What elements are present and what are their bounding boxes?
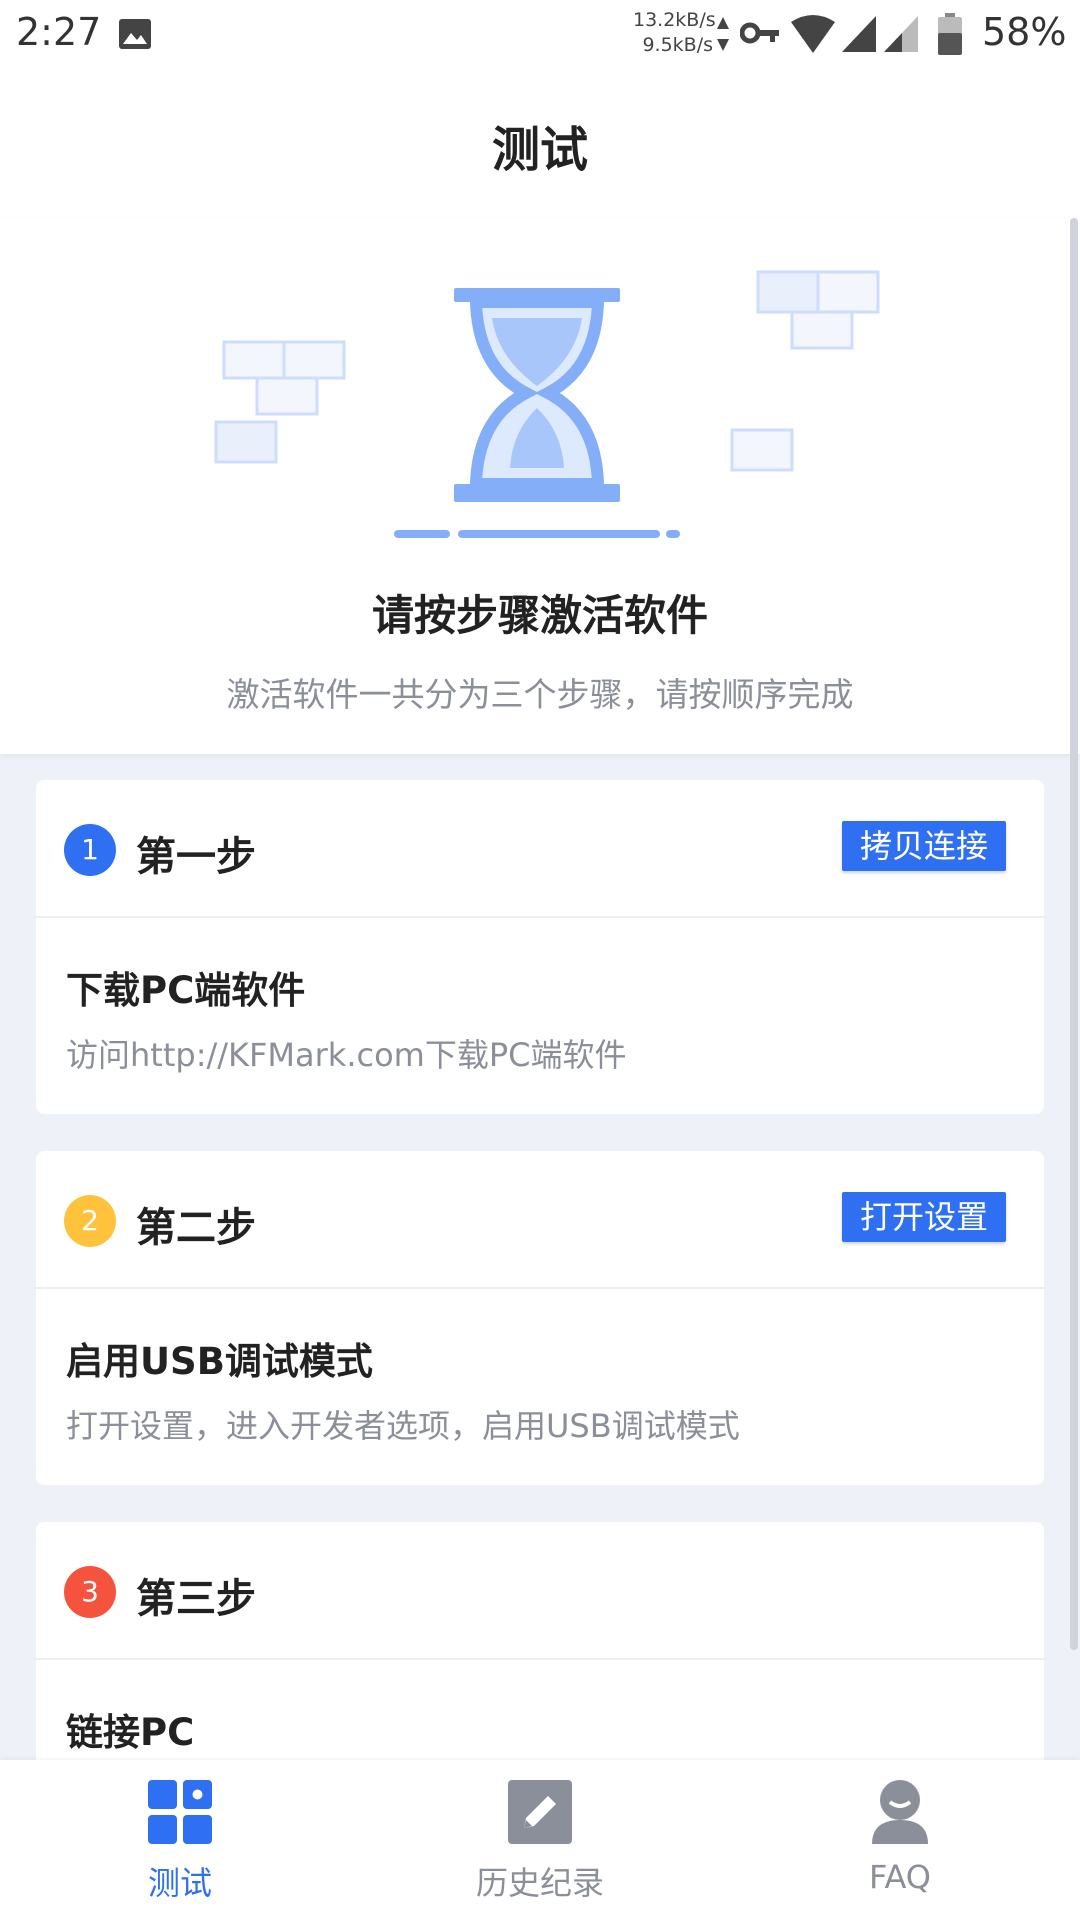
step-description: 打开设置，进入开发者选项，启用USB调试模式 bbox=[66, 1407, 740, 1445]
step-title: 第三步 bbox=[136, 1576, 256, 1622]
nav-label: FAQ bbox=[869, 1858, 931, 1896]
nav-label: 测试 bbox=[147, 1864, 212, 1902]
step-heading: 链接PC bbox=[66, 1711, 195, 1754]
hero-section: 请按步骤激活软件 激活软件一共分为三个步骤，请按顺序完成 bbox=[0, 218, 1080, 754]
network-down-speed: 9.5kB/s bbox=[642, 34, 713, 56]
hourglass-illustration bbox=[214, 270, 880, 538]
hero-subtitle: 激活软件一共分为三个步骤，请按顺序完成 bbox=[226, 675, 854, 714]
vpn-key-icon bbox=[740, 22, 779, 44]
open-settings-button[interactable]: 打开设置 bbox=[841, 1192, 1006, 1242]
step-card-2: 2 第二步 打开设置 启用USB调试模式 打开设置，进入开发者选项，启用USB调… bbox=[36, 1151, 1044, 1485]
signal-icon bbox=[842, 16, 876, 52]
wifi-icon bbox=[791, 15, 835, 53]
step-card-header: 1 第一步 拷贝连接 bbox=[36, 780, 1044, 918]
step-heading: 启用USB调试模式 bbox=[66, 1340, 373, 1383]
grid-icon bbox=[148, 1780, 212, 1844]
step-number-badge: 2 bbox=[64, 1195, 116, 1247]
nav-tab-faq[interactable]: FAQ bbox=[750, 1760, 1050, 1920]
step-heading: 下载PC端软件 bbox=[66, 969, 306, 1012]
network-speed: 13.2kB/s 9.5kB/s bbox=[633, 8, 716, 58]
battery-icon bbox=[938, 13, 962, 55]
nav-tab-test[interactable]: 测试 bbox=[30, 1760, 330, 1920]
nav-label: 历史纪录 bbox=[475, 1864, 604, 1902]
step-card-header: 3 第三步 bbox=[36, 1522, 1044, 1660]
step-number-badge: 3 bbox=[64, 1566, 116, 1618]
edit-icon bbox=[508, 1780, 572, 1844]
hero-title: 请按步骤激活软件 bbox=[371, 591, 708, 640]
battery-percent: 58% bbox=[982, 10, 1067, 54]
copy-link-button[interactable]: 拷贝连接 bbox=[841, 821, 1006, 871]
step-card-header: 2 第二步 打开设置 bbox=[36, 1151, 1044, 1289]
status-bar: 2:27 13.2kB/s 9.5kB/s 58% bbox=[0, 0, 1080, 68]
step-number-badge: 1 bbox=[64, 824, 116, 876]
step-title: 第一步 bbox=[136, 834, 256, 880]
signal-weak-icon bbox=[884, 16, 918, 52]
data-arrows-icon bbox=[717, 17, 729, 51]
nav-tab-history[interactable]: 历史纪录 bbox=[390, 1760, 690, 1920]
bottom-navigation: 测试 历史纪录 FAQ bbox=[0, 1760, 1080, 1920]
step-description: 访问http://KFMark.com下载PC端软件 bbox=[66, 1036, 627, 1074]
page-title: 测试 bbox=[491, 122, 588, 178]
person-icon bbox=[872, 1780, 928, 1844]
network-up-speed: 13.2kB/s bbox=[633, 9, 716, 31]
step-card-1: 1 第一步 拷贝连接 下载PC端软件 访问http://KFMark.com下载… bbox=[36, 780, 1044, 1114]
scrollbar[interactable] bbox=[1070, 218, 1078, 1650]
status-time: 2:27 bbox=[16, 10, 102, 54]
gallery-icon bbox=[119, 19, 151, 49]
step-title: 第二步 bbox=[136, 1205, 256, 1251]
title-bar: 测试 bbox=[0, 68, 1080, 218]
